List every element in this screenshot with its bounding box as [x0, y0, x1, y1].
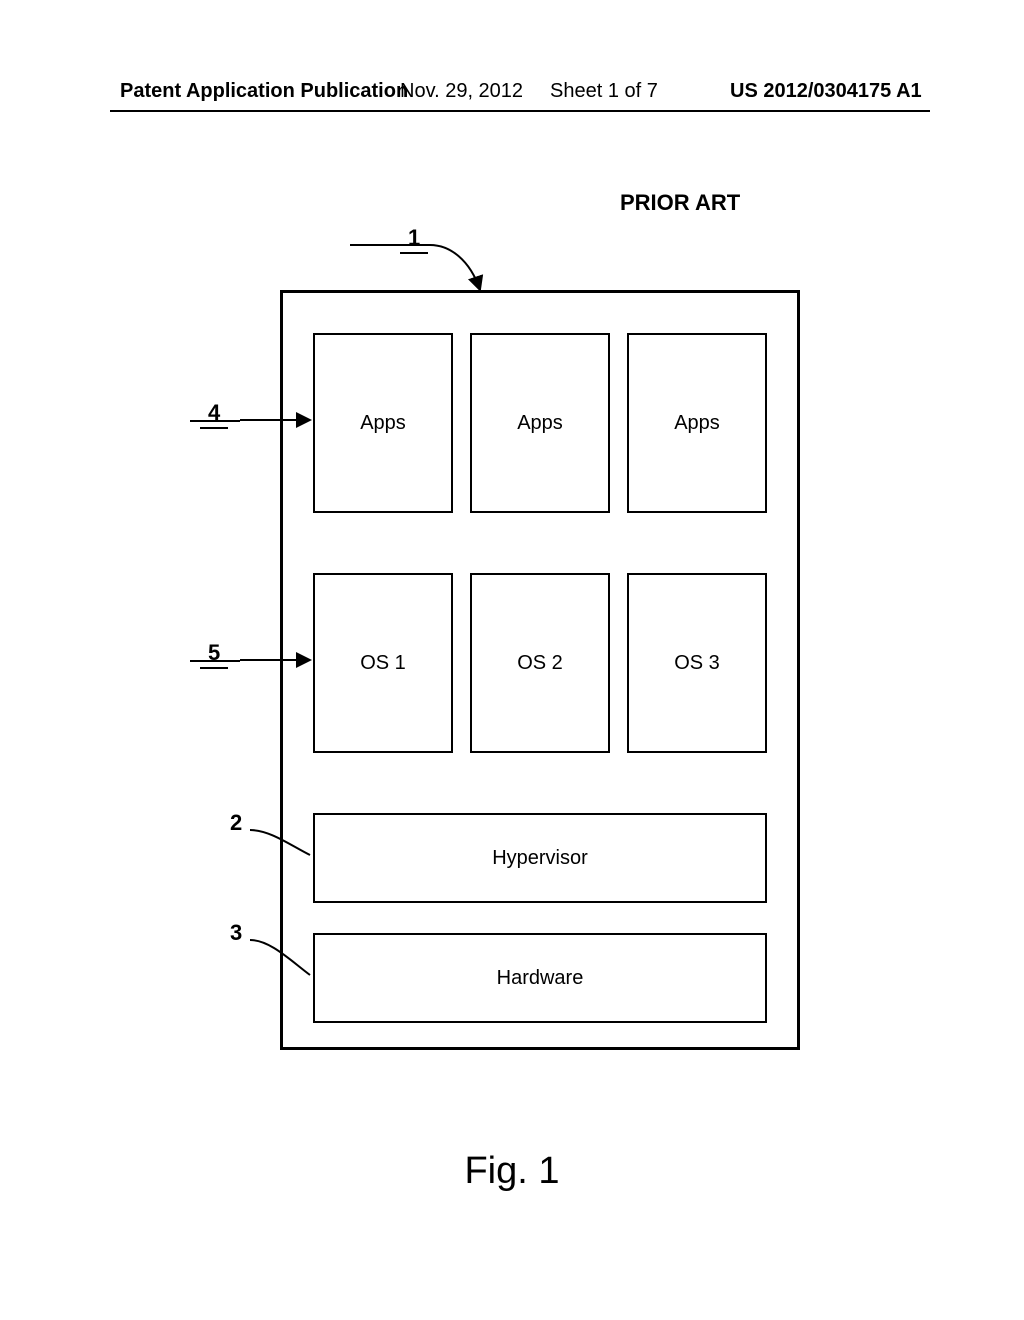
ref-5: 5	[200, 640, 228, 666]
os-box-1: OS 1	[313, 573, 453, 753]
os-box-2: OS 2	[470, 573, 610, 753]
hardware-box: Hardware	[313, 933, 767, 1023]
os-row: OS 1 OS 2 OS 3	[313, 573, 767, 753]
apps-box-1: Apps	[313, 333, 453, 513]
pub-date: Nov. 29, 2012	[400, 80, 523, 103]
header-rule	[110, 110, 930, 112]
sheet-number: Sheet 1 of 7	[550, 80, 658, 103]
ref-4: 4	[200, 400, 228, 426]
leader-4-stub	[190, 420, 240, 422]
computer-box: Apps Apps Apps OS 1 OS 2 OS 3 Hypervisor…	[280, 290, 800, 1050]
ref-3: 3	[230, 920, 242, 946]
pub-type: Patent Application Publication	[120, 80, 408, 103]
prior-art-label: PRIOR ART	[620, 190, 740, 216]
ref-2: 2	[230, 810, 242, 836]
apps-row: Apps Apps Apps	[313, 333, 767, 513]
figure-caption: Fig. 1	[0, 1150, 1024, 1193]
os-box-3: OS 3	[627, 573, 767, 753]
hypervisor-box: Hypervisor	[313, 813, 767, 903]
ref-1: 1	[400, 225, 428, 251]
patent-page: Patent Application Publication Nov. 29, …	[0, 0, 1024, 1320]
apps-box-2: Apps	[470, 333, 610, 513]
apps-box-3: Apps	[627, 333, 767, 513]
leader-5-stub	[190, 660, 240, 662]
pub-number: US 2012/0304175 A1	[730, 80, 922, 103]
